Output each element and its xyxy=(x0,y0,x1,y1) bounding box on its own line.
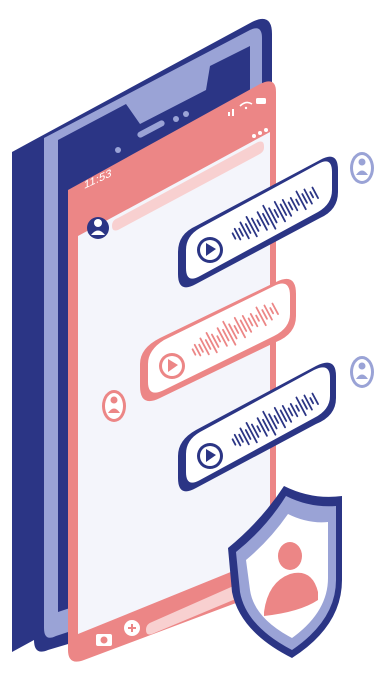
play-icon[interactable] xyxy=(197,237,223,263)
sender-avatar-3[interactable] xyxy=(350,356,374,388)
user-icon xyxy=(110,396,118,404)
play-icon[interactable] xyxy=(159,353,185,379)
user-icon xyxy=(94,219,102,227)
play-icon[interactable] xyxy=(197,443,223,469)
camera-icon[interactable] xyxy=(96,634,112,646)
secure-voice-messaging-illustration xyxy=(12,18,374,662)
sender-avatar-2[interactable] xyxy=(102,390,126,422)
user-icon xyxy=(358,158,366,166)
user-icon xyxy=(358,362,366,370)
header-avatar[interactable] xyxy=(87,217,109,239)
battery-icon xyxy=(256,98,266,104)
sender-avatar-1[interactable] xyxy=(350,152,374,184)
plus-icon[interactable] xyxy=(124,620,140,636)
